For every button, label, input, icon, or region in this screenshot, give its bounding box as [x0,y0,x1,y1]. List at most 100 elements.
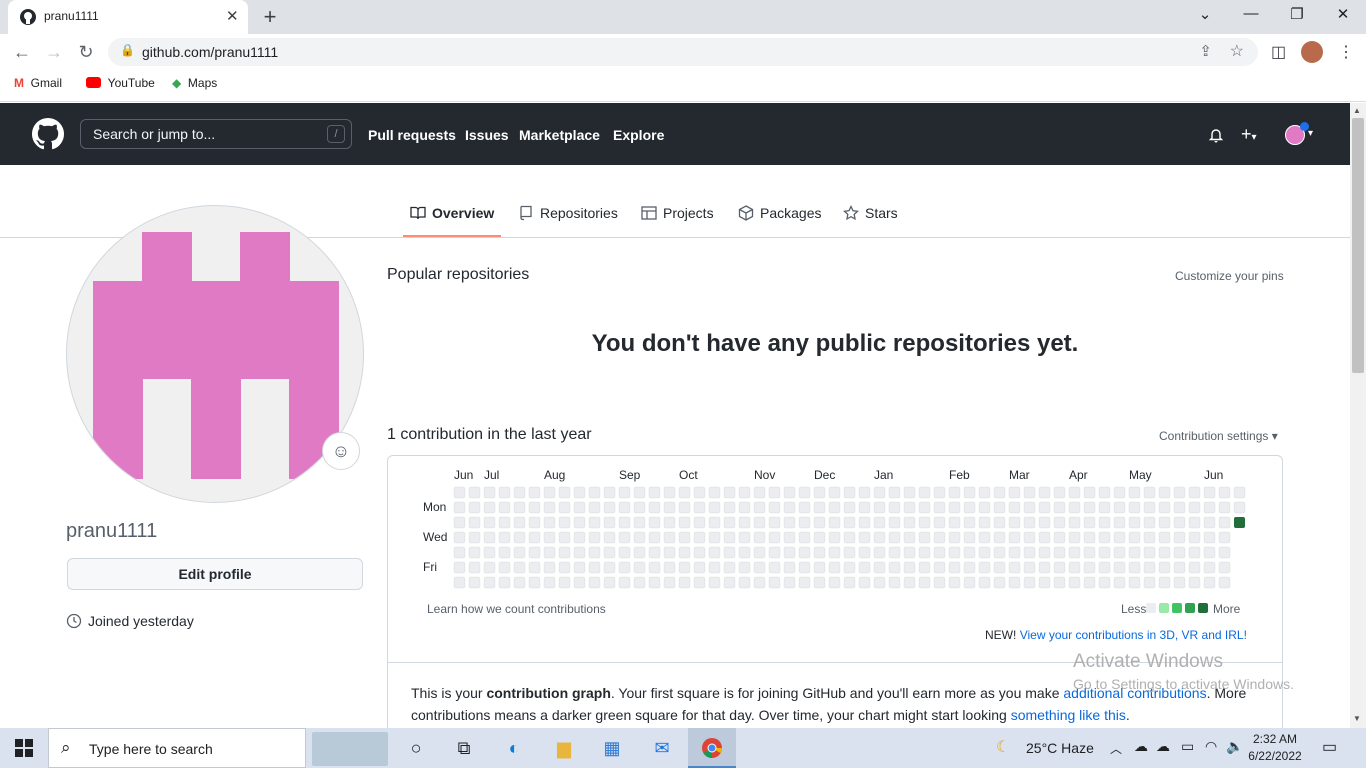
microsoft-store-icon[interactable]: ▦ [592,733,632,763]
nav-issues[interactable]: Issues [465,127,509,143]
contribution-day[interactable] [453,516,466,529]
contribution-day[interactable] [1113,516,1126,529]
contribution-day[interactable] [1083,501,1096,514]
cortana-icon[interactable]: ○ [396,733,436,763]
contribution-day[interactable] [1068,501,1081,514]
contribution-day[interactable] [693,531,706,544]
tab-search-icon[interactable]: ⌄ [1190,5,1220,23]
file-explorer-icon[interactable]: ▆ [544,733,584,763]
contribution-day[interactable] [1128,576,1141,589]
contribution-day[interactable] [933,546,946,559]
contribution-day[interactable] [693,516,706,529]
contribution-day[interactable] [1218,546,1231,559]
contribution-day[interactable] [843,561,856,574]
contribution-day[interactable] [543,561,556,574]
contribution-day[interactable] [768,501,781,514]
contribution-day[interactable] [1113,486,1126,499]
contribution-day[interactable] [888,576,901,589]
bookmark-gmail[interactable]: M Gmail [14,76,62,90]
taskbar-search-input[interactable]: ⌕ Type here to search [48,728,306,768]
contribution-day[interactable] [1158,531,1171,544]
contribution-day[interactable] [963,516,976,529]
contribution-day[interactable] [693,546,706,559]
contribution-day[interactable] [723,546,736,559]
contribution-day[interactable] [468,576,481,589]
contribution-day[interactable] [708,561,721,574]
contribution-day[interactable] [618,546,631,559]
chrome-profile-avatar[interactable] [1301,41,1323,63]
contribution-day[interactable] [693,501,706,514]
bookmark-star-icon[interactable]: ☆ [1230,41,1244,61]
contribution-day[interactable] [768,561,781,574]
edge-icon[interactable]: ◐ [494,733,534,763]
contribution-day[interactable] [708,576,721,589]
contribution-day[interactable] [708,516,721,529]
contribution-day[interactable] [903,576,916,589]
contribution-day[interactable] [948,501,961,514]
contribution-day[interactable] [933,486,946,499]
contribution-day[interactable] [1008,561,1021,574]
contribution-day[interactable] [1173,576,1186,589]
bookmark-youtube[interactable]: YouTube [86,76,155,90]
contribution-day[interactable] [663,561,676,574]
contribution-day[interactable] [723,561,736,574]
contribution-day[interactable] [1173,546,1186,559]
contribution-day[interactable] [1098,486,1111,499]
contribution-day[interactable] [1203,516,1216,529]
contribution-day[interactable] [1203,561,1216,574]
contribution-day[interactable] [558,486,571,499]
nav-explore[interactable]: Explore [613,127,664,143]
contribution-day[interactable] [1083,531,1096,544]
scroll-up-icon[interactable]: ▲ [1353,106,1361,115]
contribution-day[interactable] [603,576,616,589]
contribution-day[interactable] [483,561,496,574]
contribution-day[interactable] [1143,576,1156,589]
contribution-day[interactable] [828,501,841,514]
contribution-day[interactable] [1218,516,1231,529]
tab-packages[interactable]: Packages [738,205,821,221]
contribution-day[interactable] [738,486,751,499]
contribution-day[interactable] [678,561,691,574]
contribution-day[interactable] [453,501,466,514]
contribution-day[interactable] [1143,486,1156,499]
contribution-day[interactable] [1053,531,1066,544]
contribution-day[interactable] [1203,546,1216,559]
contribution-day[interactable] [573,501,586,514]
contribution-day[interactable] [513,561,526,574]
contribution-day[interactable] [918,516,931,529]
contribution-day[interactable] [873,501,886,514]
contribution-day[interactable] [483,486,496,499]
contribution-day[interactable] [1128,516,1141,529]
tab-overview[interactable]: Overview [410,205,494,221]
contribution-day[interactable] [1218,486,1231,499]
contribution-day[interactable] [903,486,916,499]
address-bar[interactable]: 🔒 github.com/pranu1111 ⇪ ☆ [108,38,1258,66]
contribution-day[interactable] [528,546,541,559]
contribution-day[interactable] [633,576,646,589]
contribution-day[interactable] [918,531,931,544]
contribution-day[interactable] [588,561,601,574]
contribution-day[interactable] [783,486,796,499]
contribution-day[interactable] [573,576,586,589]
contribution-day[interactable] [588,486,601,499]
windows-start-icon[interactable] [4,733,44,763]
contribution-day[interactable] [813,501,826,514]
contribution-day[interactable] [528,516,541,529]
contribution-day[interactable] [963,576,976,589]
contribution-day[interactable] [663,531,676,544]
contribution-day[interactable] [798,546,811,559]
contribution-day[interactable] [633,531,646,544]
contribution-day[interactable] [978,576,991,589]
contribution-day[interactable] [828,576,841,589]
contribution-day[interactable] [1023,576,1036,589]
contribution-day[interactable] [663,576,676,589]
contribution-day[interactable] [828,546,841,559]
contribution-day[interactable] [648,516,661,529]
contribution-day[interactable] [813,561,826,574]
contribution-day[interactable] [708,501,721,514]
contribution-day[interactable] [1008,501,1021,514]
contribution-day[interactable] [1203,531,1216,544]
contribution-day[interactable] [813,486,826,499]
contribution-day[interactable] [603,486,616,499]
contribution-day[interactable] [933,501,946,514]
